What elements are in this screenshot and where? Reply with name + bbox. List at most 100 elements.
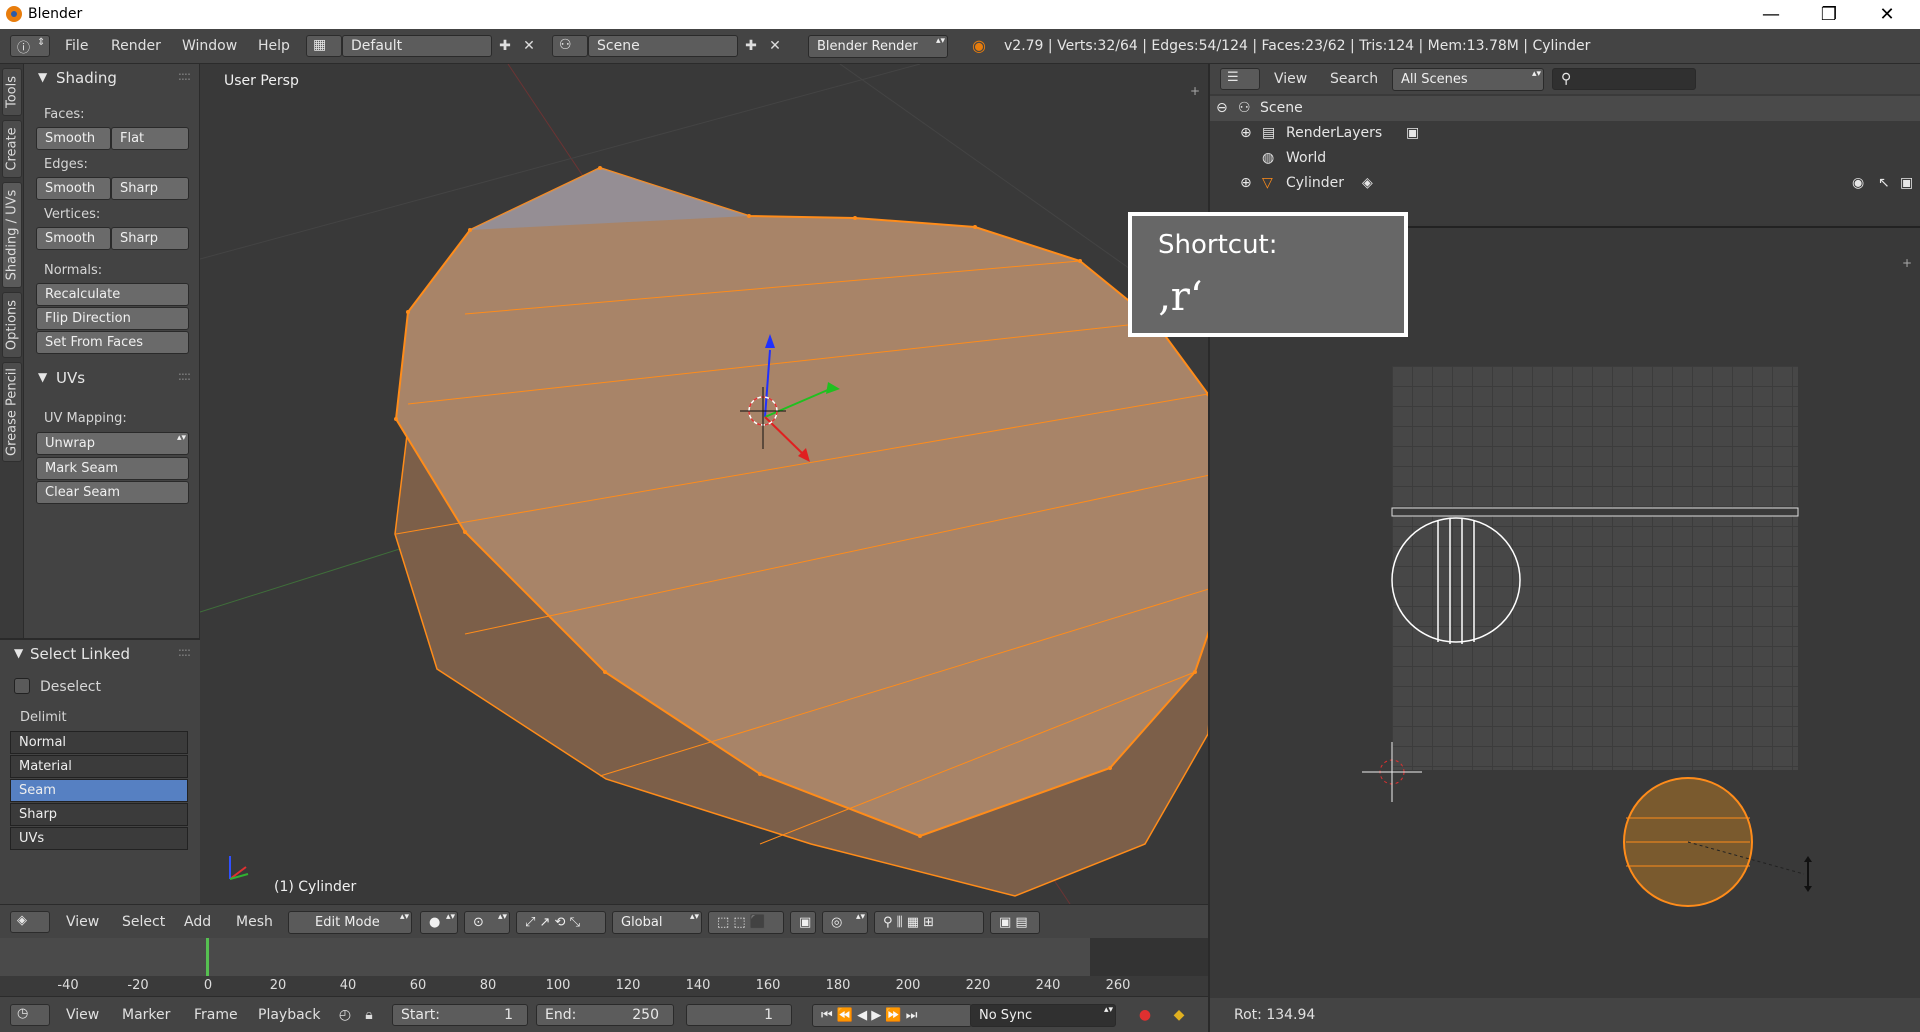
- scene-field[interactable]: Scene: [588, 35, 738, 57]
- faces-smooth-button[interactable]: Smooth: [36, 127, 111, 150]
- outliner-search-input[interactable]: ⚲: [1552, 68, 1696, 90]
- end-frame-field[interactable]: End: 250: [536, 1004, 674, 1026]
- frame-ruler[interactable]: [0, 976, 1208, 996]
- shading-panel-header[interactable]: ▼ Shading ::::: [24, 66, 200, 92]
- tab-create[interactable]: Create: [2, 120, 22, 178]
- faces-flat-button[interactable]: Flat: [111, 127, 189, 150]
- add-scene-icon[interactable]: ✚: [742, 37, 760, 55]
- timeline[interactable]: -40 -20 0 20 40 60 80 100 120 140 160 18…: [0, 938, 1208, 996]
- delimit-normal[interactable]: Normal: [10, 731, 188, 754]
- edges-sharp-button[interactable]: Sharp: [111, 177, 189, 200]
- sync-mode-dropdown[interactable]: No Sync: [970, 1004, 1116, 1027]
- playback-controls[interactable]: ⏮ ⏪ ◀ ▶ ⏩ ⏭: [812, 1004, 972, 1027]
- remove-layout-icon[interactable]: ✕: [520, 37, 538, 55]
- uv-canvas[interactable]: [1210, 226, 1920, 998]
- expand-icon[interactable]: ⊖: [1216, 100, 1228, 116]
- menu-view[interactable]: View: [1274, 71, 1307, 87]
- outliner-row-world[interactable]: ◍ World: [1210, 146, 1920, 171]
- toggle-properties-icon[interactable]: +: [1190, 84, 1200, 98]
- viewport-canvas[interactable]: [200, 64, 1208, 904]
- select-linked-header[interactable]: ▼ Select Linked ::::: [0, 642, 200, 668]
- tab-options[interactable]: Options: [2, 292, 22, 358]
- display-mode-dropdown[interactable]: All Scenes: [1392, 68, 1544, 91]
- menu-view[interactable]: View: [66, 914, 99, 930]
- menu-search[interactable]: Search: [1330, 71, 1378, 87]
- menu-frame[interactable]: Frame: [194, 1007, 238, 1023]
- snap-buttons[interactable]: ⚲ ⫼ ▦ ⊞: [874, 911, 984, 934]
- unwrap-dropdown[interactable]: Unwrap: [36, 432, 189, 455]
- editor-type-outliner-button[interactable]: ☰: [1220, 68, 1260, 90]
- panel-grip-icon[interactable]: ::::: [178, 645, 191, 659]
- record-icon[interactable]: ●: [1136, 1006, 1154, 1024]
- proportional-edit-dropdown[interactable]: ◎: [822, 911, 868, 934]
- uv-strip[interactable]: [1391, 507, 1799, 517]
- menu-view[interactable]: View: [66, 1007, 99, 1023]
- editor-type-info-button[interactable]: ⓘ ⇕: [10, 35, 50, 57]
- tab-tools[interactable]: Tools: [2, 68, 22, 116]
- delimit-sharp[interactable]: Sharp: [10, 803, 188, 826]
- occlude-geometry-button[interactable]: ▣: [790, 911, 816, 934]
- uvs-panel-header[interactable]: ▼ UVs ::::: [24, 366, 200, 392]
- outliner-row-renderlayers[interactable]: ⊕ ▤ RenderLayers ▣: [1210, 121, 1920, 146]
- current-frame-field[interactable]: 1: [686, 1004, 792, 1026]
- minimize-button[interactable]: —: [1742, 0, 1800, 29]
- outliner-row-scene[interactable]: ⊖ ⚇ Scene: [1210, 96, 1920, 121]
- cursor-select-icon[interactable]: ↖: [1878, 175, 1890, 191]
- screen-layout-button[interactable]: ▦: [306, 35, 342, 57]
- lock-icon[interactable]: 🔒︎: [360, 1006, 378, 1024]
- menu-window[interactable]: Window: [182, 38, 237, 54]
- expand-icon[interactable]: ⊕: [1240, 175, 1252, 191]
- outliner[interactable]: ⊖ ⚇ Scene ⊕ ▤ RenderLayers ▣ ◍ World ⊕ ▽…: [1210, 94, 1920, 224]
- cylinder-top-face[interactable]: [394, 166, 1208, 838]
- manipulator-buttons[interactable]: ⤢ ↗ ⟲ ⤡: [516, 911, 606, 934]
- delimit-seam[interactable]: Seam: [10, 779, 188, 802]
- render-buttons[interactable]: ▣ ▤: [990, 911, 1040, 934]
- clear-seam-button[interactable]: Clear Seam: [36, 481, 189, 504]
- maximize-button[interactable]: ❐: [1800, 0, 1858, 29]
- viewport-shading-dropdown[interactable]: ●: [420, 911, 458, 934]
- add-layout-icon[interactable]: ✚: [496, 37, 514, 55]
- render-engine-dropdown[interactable]: Blender Render: [808, 35, 948, 58]
- delimit-material[interactable]: Material: [10, 755, 188, 778]
- menu-file[interactable]: File: [65, 38, 88, 54]
- menu-render[interactable]: Render: [111, 38, 161, 54]
- preview-range-icon[interactable]: ◴: [336, 1006, 354, 1024]
- menu-mesh[interactable]: Mesh: [236, 914, 273, 930]
- editor-type-3dview-button[interactable]: ◈: [10, 911, 50, 933]
- menu-help[interactable]: Help: [258, 38, 290, 54]
- edges-smooth-button[interactable]: Smooth: [36, 177, 111, 200]
- recalculate-normals-button[interactable]: Recalculate: [36, 283, 189, 306]
- close-button[interactable]: ✕: [1858, 0, 1916, 29]
- tab-grease-pencil[interactable]: Grease Pencil: [2, 362, 22, 462]
- outliner-row-cylinder[interactable]: ⊕ ▽ Cylinder ◈ ◉ ↖ ▣: [1210, 171, 1920, 196]
- deselect-checkbox[interactable]: [14, 678, 30, 694]
- panel-grip-icon[interactable]: ::::: [178, 369, 191, 383]
- uv-circle-unselected[interactable]: [1391, 517, 1521, 644]
- delimit-uvs[interactable]: UVs: [10, 827, 188, 850]
- current-frame-indicator[interactable]: [206, 938, 209, 976]
- vertices-smooth-button[interactable]: Smooth: [36, 227, 111, 250]
- eye-icon[interactable]: ◉: [1852, 175, 1864, 191]
- menu-select[interactable]: Select: [122, 914, 165, 930]
- uv-circle-selected[interactable]: [1623, 777, 1805, 907]
- menu-add[interactable]: Add: [184, 914, 211, 930]
- screen-layout-field[interactable]: Default: [342, 35, 492, 57]
- editor-type-timeline-button[interactable]: ◷: [10, 1004, 50, 1026]
- keyframe-icon[interactable]: ◆: [1170, 1006, 1188, 1024]
- scene-selector-button[interactable]: ⚇: [552, 35, 588, 57]
- menu-playback[interactable]: Playback: [258, 1007, 320, 1023]
- expand-icon[interactable]: ⊕: [1240, 125, 1252, 141]
- remove-scene-icon[interactable]: ✕: [766, 37, 784, 55]
- start-frame-field[interactable]: Start: 1: [392, 1004, 528, 1026]
- select-mode-buttons[interactable]: ⬚ ⬚ ⬛: [708, 911, 784, 934]
- 3d-viewport[interactable]: User Persp (1) Cylinder +: [200, 64, 1208, 904]
- flip-direction-button[interactable]: Flip Direction: [36, 307, 189, 330]
- camera-render-icon[interactable]: ▣: [1900, 175, 1913, 191]
- mark-seam-button[interactable]: Mark Seam: [36, 457, 189, 480]
- vertices-sharp-button[interactable]: Sharp: [111, 227, 189, 250]
- panel-grip-icon[interactable]: ::::: [178, 69, 191, 83]
- pivot-point-dropdown[interactable]: ⊙: [464, 911, 510, 934]
- menu-marker[interactable]: Marker: [122, 1007, 170, 1023]
- timeline-track[interactable]: [0, 938, 1090, 976]
- transform-orientation-dropdown[interactable]: Global: [612, 911, 702, 934]
